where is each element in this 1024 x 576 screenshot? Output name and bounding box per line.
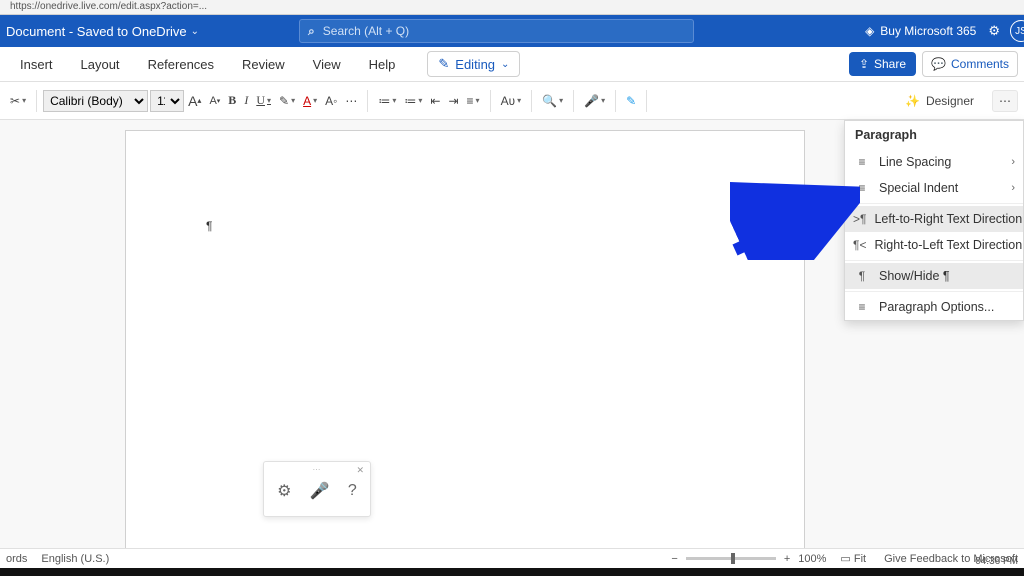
tab-insert[interactable]: Insert xyxy=(6,57,67,72)
menu-label: Line Spacing xyxy=(879,155,951,169)
status-bar: ords English (U.S.) − + 100% ▭ Fit Give … xyxy=(0,548,1024,568)
menu-special-indent[interactable]: ≡ Special Indent › xyxy=(845,175,1023,201)
line-spacing-icon: ≡ xyxy=(853,155,871,169)
highlight-button[interactable]: ✎▾ xyxy=(275,91,299,111)
ltr-icon: >¶ xyxy=(853,212,866,226)
chevron-right-icon: › xyxy=(1011,182,1015,194)
shrink-font-icon[interactable]: A▾ xyxy=(205,92,224,110)
avatar[interactable]: JS xyxy=(1010,20,1024,42)
menu-label: Right-to-Left Text Direction xyxy=(874,238,1022,252)
bullets-button[interactable]: ≔▾ xyxy=(374,91,400,111)
menu-label: Special Indent xyxy=(879,181,958,195)
find-button[interactable]: 🔍▾ xyxy=(538,91,567,111)
ribbon-toolbar: ✂▾ Calibri (Body) 11 A▴ A▾ B I U▾ ✎▾ A▾ … xyxy=(0,82,1024,120)
editor-button[interactable]: ✎ xyxy=(622,91,640,111)
chevron-right-icon: › xyxy=(1011,156,1015,168)
menu-label: Paragraph Options... xyxy=(879,300,994,314)
styles-button[interactable]: Aʋ▾ xyxy=(497,91,526,111)
font-name-select[interactable]: Calibri (Body) xyxy=(43,90,148,112)
paragraph-mark: ¶ xyxy=(206,219,212,233)
tab-layout[interactable]: Layout xyxy=(67,57,134,72)
comments-label: Comments xyxy=(951,57,1009,71)
bold-button[interactable]: B xyxy=(224,90,240,111)
format-painter-icon[interactable]: ✂▾ xyxy=(6,91,30,111)
menu-show-hide[interactable]: ¶ Show/Hide ¶ xyxy=(845,263,1023,289)
grow-font-icon[interactable]: A▴ xyxy=(184,90,205,112)
menu-line-spacing[interactable]: ≡ Line Spacing › xyxy=(845,149,1023,175)
share-button[interactable]: ⇪ Share xyxy=(849,52,916,76)
ribbon-tabs: Insert Layout References Review View Hel… xyxy=(0,47,1024,82)
menu-rtl-direction[interactable]: ¶< Right-to-Left Text Direction xyxy=(845,232,1023,258)
indent-icon: ≡ xyxy=(853,181,871,195)
pen-icon: ✎ xyxy=(438,56,449,72)
browser-url-bar: https://onedrive.live.com/edit.aspx?acti… xyxy=(0,0,1024,15)
taskbar xyxy=(0,568,1024,576)
dictate-button[interactable]: 🎤▾ xyxy=(580,91,609,111)
designer-label: Designer xyxy=(926,94,974,108)
drag-handle-icon[interactable]: ⋯ xyxy=(313,465,322,474)
settings-icon[interactable]: ⚙ xyxy=(988,23,1000,39)
search-placeholder: Search (Alt + Q) xyxy=(323,24,409,38)
numbering-button[interactable]: ≔▾ xyxy=(400,91,426,111)
font-size-select[interactable]: 11 xyxy=(150,90,184,112)
title-bar: Document - Saved to OneDrive ⌄ ⌕ Search … xyxy=(0,15,1024,47)
clear-format-button[interactable]: A◦ xyxy=(321,91,341,111)
comments-button[interactable]: 💬 Comments xyxy=(922,51,1018,77)
more-font-icon[interactable]: ⋯ xyxy=(341,91,361,111)
italic-button[interactable]: I xyxy=(240,90,252,111)
search-icon: ⌕ xyxy=(308,24,315,39)
language-status[interactable]: English (U.S.) xyxy=(41,553,109,565)
document-page[interactable]: ¶ xyxy=(125,130,805,560)
dictation-help-icon[interactable]: ? xyxy=(348,482,357,500)
microphone-icon[interactable]: 🎤 xyxy=(310,481,330,501)
designer-button[interactable]: ✨ Designer xyxy=(895,90,984,112)
underline-button[interactable]: U▾ xyxy=(252,90,275,111)
close-icon[interactable]: ✕ xyxy=(356,465,364,476)
word-count[interactable]: ords xyxy=(6,553,27,565)
zoom-percent[interactable]: 100% xyxy=(798,553,826,565)
share-icon: ⇪ xyxy=(859,57,869,71)
pilcrow-icon: ¶ xyxy=(853,269,871,283)
paragraph-menu-header: Paragraph xyxy=(845,121,1023,149)
tab-view[interactable]: View xyxy=(299,57,355,72)
comment-icon: 💬 xyxy=(931,57,946,71)
increase-indent-button[interactable]: ⇥ xyxy=(444,91,462,111)
tab-references[interactable]: References xyxy=(134,57,228,72)
buy-microsoft-365[interactable]: ◈ Buy Microsoft 365 xyxy=(865,24,976,38)
menu-label: Show/Hide ¶ xyxy=(879,269,950,283)
chevron-down-icon: ⌄ xyxy=(501,59,509,70)
ribbon-overflow-button[interactable]: ⋯ xyxy=(992,90,1018,112)
saved-status: - Saved to OneDrive xyxy=(65,24,186,39)
diamond-icon: ◈ xyxy=(865,24,874,38)
buy-label: Buy Microsoft 365 xyxy=(880,24,976,38)
decrease-indent-button[interactable]: ⇤ xyxy=(426,91,444,111)
document-title: Document - Saved to OneDrive xyxy=(6,24,187,39)
editing-label: Editing xyxy=(455,57,495,72)
tab-review[interactable]: Review xyxy=(228,57,299,72)
dictation-settings-icon[interactable]: ⚙ xyxy=(277,481,291,501)
system-clock: 04:36 PM xyxy=(975,556,1018,567)
wand-icon: ✨ xyxy=(905,94,920,108)
fit-label[interactable]: Fit xyxy=(854,553,866,565)
menu-ltr-direction[interactable]: >¶ Left-to-Right Text Direction xyxy=(845,206,1023,232)
align-button[interactable]: ≡▾ xyxy=(463,91,484,111)
search-input[interactable]: ⌕ Search (Alt + Q) xyxy=(299,19,694,43)
zoom-in-button[interactable]: + xyxy=(784,553,790,565)
editing-mode-button[interactable]: ✎ Editing ⌄ xyxy=(427,51,520,77)
chevron-down-icon[interactable]: ⌄ xyxy=(191,26,199,37)
share-label: Share xyxy=(874,57,906,71)
rtl-icon: ¶< xyxy=(853,238,866,252)
zoom-slider[interactable] xyxy=(686,557,776,560)
zoom-out-button[interactable]: − xyxy=(671,553,677,565)
doc-name: Document xyxy=(6,24,65,39)
menu-label: Left-to-Right Text Direction xyxy=(874,212,1022,226)
paragraph-menu: Paragraph ≡ Line Spacing › ≡ Special Ind… xyxy=(844,120,1024,321)
tab-help[interactable]: Help xyxy=(355,57,410,72)
menu-paragraph-options[interactable]: ≡ Paragraph Options... xyxy=(845,294,1023,320)
dictation-toolbar: ⋯ ✕ ⚙ 🎤 ? xyxy=(263,461,371,517)
font-color-button[interactable]: A▾ xyxy=(299,91,321,111)
options-icon: ≡ xyxy=(853,300,871,314)
